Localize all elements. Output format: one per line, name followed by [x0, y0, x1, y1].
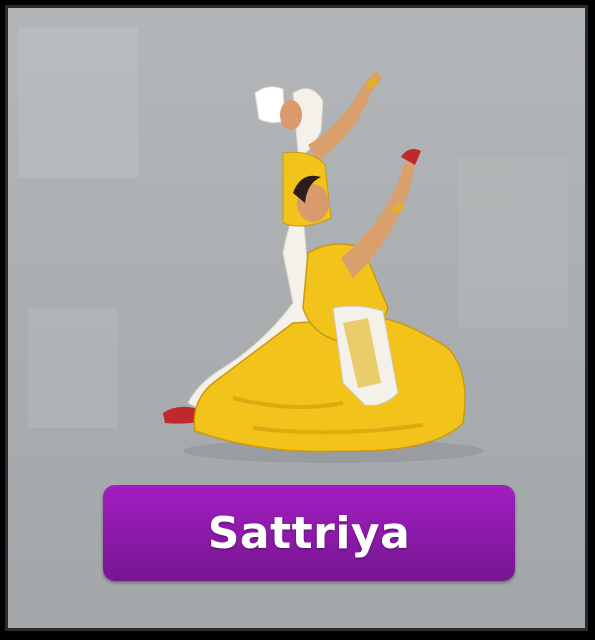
- title-label: Sattriya: [207, 507, 411, 559]
- sattriya-dancers-image: [163, 71, 483, 463]
- sattriya-title-button[interactable]: Sattriya: [103, 485, 515, 581]
- background-patch: [28, 308, 118, 428]
- background-patch: [18, 28, 138, 178]
- dance-card[interactable]: Sattriya: [5, 5, 588, 631]
